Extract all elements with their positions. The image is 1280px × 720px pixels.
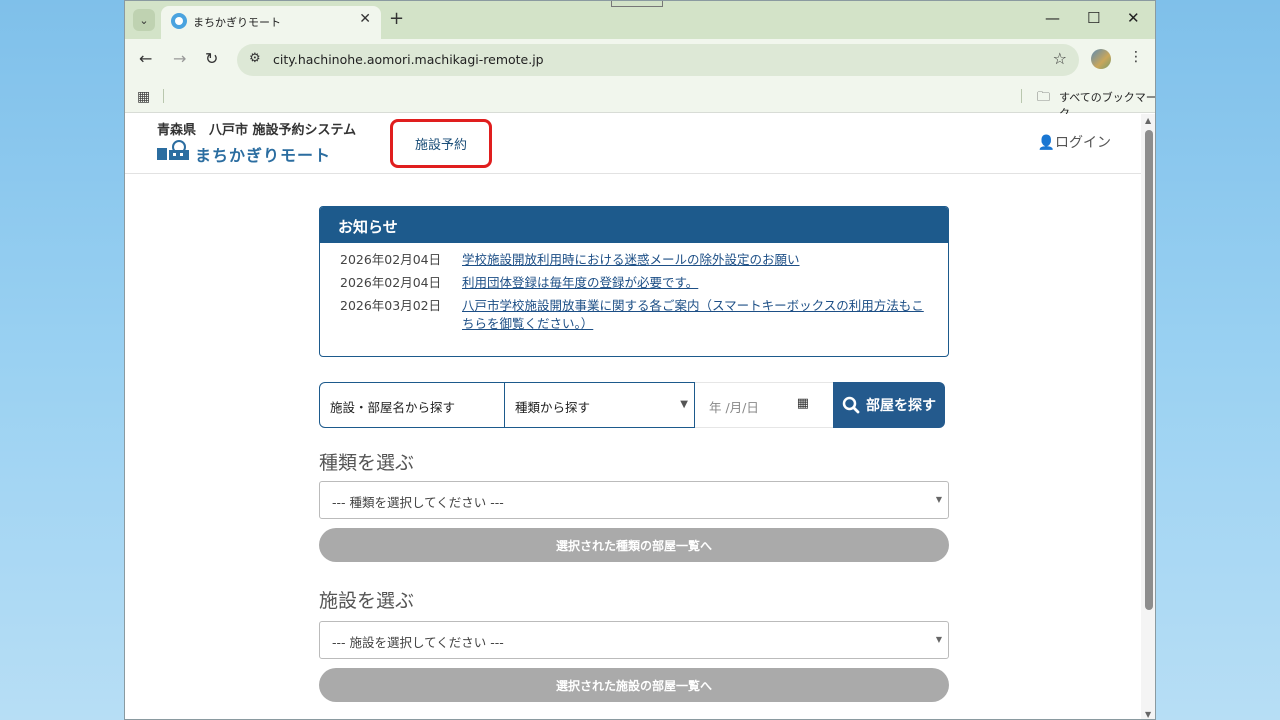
back-icon[interactable]: ← (139, 49, 152, 68)
apps-grid-icon[interactable]: ▦ (137, 89, 150, 105)
maximize-icon[interactable]: ☐ (1087, 9, 1100, 27)
notice-link[interactable]: 利用団体登録は毎年度の登録が必要です。 (462, 274, 698, 292)
notice-heading: お知らせ (320, 207, 948, 243)
menu-kebab-icon[interactable]: ⋮ (1129, 49, 1143, 65)
active-tab[interactable]: まちかぎりモート ✕ (161, 6, 381, 39)
notice-date: 2026年03月02日 (340, 298, 442, 313)
bookmarks-bar: ▦ 🗀 すべてのブックマーク (125, 81, 1155, 120)
profile-avatar-icon[interactable] (1091, 49, 1111, 69)
notice-item: 2026年03月02日 八戸市学校施設開放事業に関する各ご案内（スマートキーボッ… (340, 297, 928, 333)
facility-name-search-input[interactable]: 施設・部屋名から探す (319, 382, 505, 428)
page-content: 青森県 八戸市 施設予約システム まちかぎりモート 施設予約 👤ログイン お知ら… (125, 114, 1141, 719)
reload-icon[interactable]: ↻ (205, 49, 218, 68)
nav-facility-reservation[interactable]: 施設予約 (390, 119, 492, 168)
date-input[interactable]: 年 /月/日 ▦ (695, 382, 833, 428)
facility-select[interactable]: --- 施設を選択してください --- ▼ (319, 621, 949, 659)
url-text: city.hachinohe.aomori.machikagi-remote.j… (273, 52, 544, 67)
notice-item: 2026年02月04日 利用団体登録は毎年度の登録が必要です。 (340, 274, 928, 292)
bookmark-star-icon[interactable]: ☆ (1053, 49, 1067, 68)
type-room-list-button[interactable]: 選択された種類の部屋一覧へ (319, 528, 949, 562)
search-bar: 施設・部屋名から探す 種類から探す ▼ 年 /月/日 ▦ 部屋を探す (319, 382, 945, 428)
notice-item: 2026年02月04日 学校施設開放利用時における迷惑メールの除外設定のお願い (340, 251, 928, 269)
notice-date: 2026年02月04日 (340, 275, 442, 290)
bookmark-divider (1021, 89, 1022, 103)
scroll-thumb[interactable] (1145, 130, 1153, 610)
facility-room-list-button[interactable]: 選択された施設の部屋一覧へ (319, 668, 949, 702)
chevron-down-icon: ▼ (935, 635, 942, 644)
notice-link[interactable]: 八戸市学校施設開放事業に関する各ご案内（スマートキーボックスの利用方法もこちらを… (462, 297, 928, 333)
notice-panel: お知らせ 2026年02月04日 学校施設開放利用時における迷惑メールの除外設定… (319, 206, 949, 357)
search-rooms-button[interactable]: 部屋を探す (833, 382, 945, 428)
minimize-icon[interactable]: — (1045, 9, 1060, 27)
address-bar[interactable]: ⚙ city.hachinohe.aomori.machikagi-remote… (237, 44, 1079, 76)
site-header: 青森県 八戸市 施設予約システム まちかぎりモート 施設予約 👤ログイン (125, 114, 1141, 174)
scroll-up-icon[interactable]: ▲ (1145, 116, 1151, 125)
type-select[interactable]: --- 種類を選択してください --- ▼ (319, 481, 949, 519)
login-link[interactable]: 👤ログイン (1038, 132, 1111, 152)
bookmark-divider (163, 89, 164, 103)
date-placeholder: 年 /月/日 (709, 400, 759, 415)
site-subtitle: 青森県 八戸市 施設予約システム (157, 123, 357, 138)
facility-section-title: 施設を選ぶ (319, 590, 415, 612)
site-logo-icon[interactable] (157, 140, 189, 160)
site-settings-icon[interactable]: ⚙ (249, 51, 261, 66)
search-button-label: 部屋を探す (866, 398, 936, 414)
forward-icon[interactable]: → (173, 49, 186, 68)
notice-date: 2026年02月04日 (340, 252, 442, 267)
close-window-icon[interactable]: ✕ (1127, 9, 1140, 27)
notice-link[interactable]: 学校施設開放利用時における迷惑メールの除外設定のお願い (462, 251, 800, 269)
scroll-down-icon[interactable]: ▼ (1145, 710, 1151, 719)
tab-strip: ⌄ まちかぎりモート ✕ + — ☐ ✕ (125, 1, 1155, 39)
notice-list: 2026年02月04日 学校施設開放利用時における迷惑メールの除外設定のお願い … (320, 243, 948, 346)
page-scrollbar[interactable]: ▲ ▼ (1141, 114, 1155, 719)
type-section-title: 種類を選ぶ (319, 452, 415, 474)
site-logo-text[interactable]: まちかぎりモート (195, 142, 331, 166)
facility-select-value: --- 施設を選択してください --- (332, 635, 504, 650)
chevron-down-icon: ▼ (935, 495, 942, 504)
tab-title: まちかぎりモート (193, 16, 281, 29)
nav-facility-label: 施設予約 (414, 138, 467, 153)
close-tab-icon[interactable]: ✕ (359, 11, 371, 27)
browser-window: ⌄ まちかぎりモート ✕ + — ☐ ✕ ← → ↻ ⚙ city.hachin… (124, 0, 1156, 720)
type-search-select[interactable]: 種類から探す ▼ (505, 382, 695, 428)
folder-icon: 🗀 (1037, 90, 1051, 105)
type-select-value: --- 種類を選択してください --- (332, 495, 504, 510)
calendar-icon[interactable]: ▦ (797, 396, 809, 411)
new-tab-button[interactable]: + (389, 8, 404, 29)
window-drag-handle[interactable] (611, 1, 663, 7)
search-icon (842, 396, 860, 414)
chevron-down-icon: ▼ (680, 399, 688, 410)
browser-toolbar: ← → ↻ ⚙ city.hachinohe.aomori.machikagi-… (125, 39, 1155, 81)
site-favicon-icon (171, 13, 187, 29)
tab-search-button[interactable]: ⌄ (133, 9, 155, 31)
type-search-value: 種類から探す (515, 400, 591, 415)
